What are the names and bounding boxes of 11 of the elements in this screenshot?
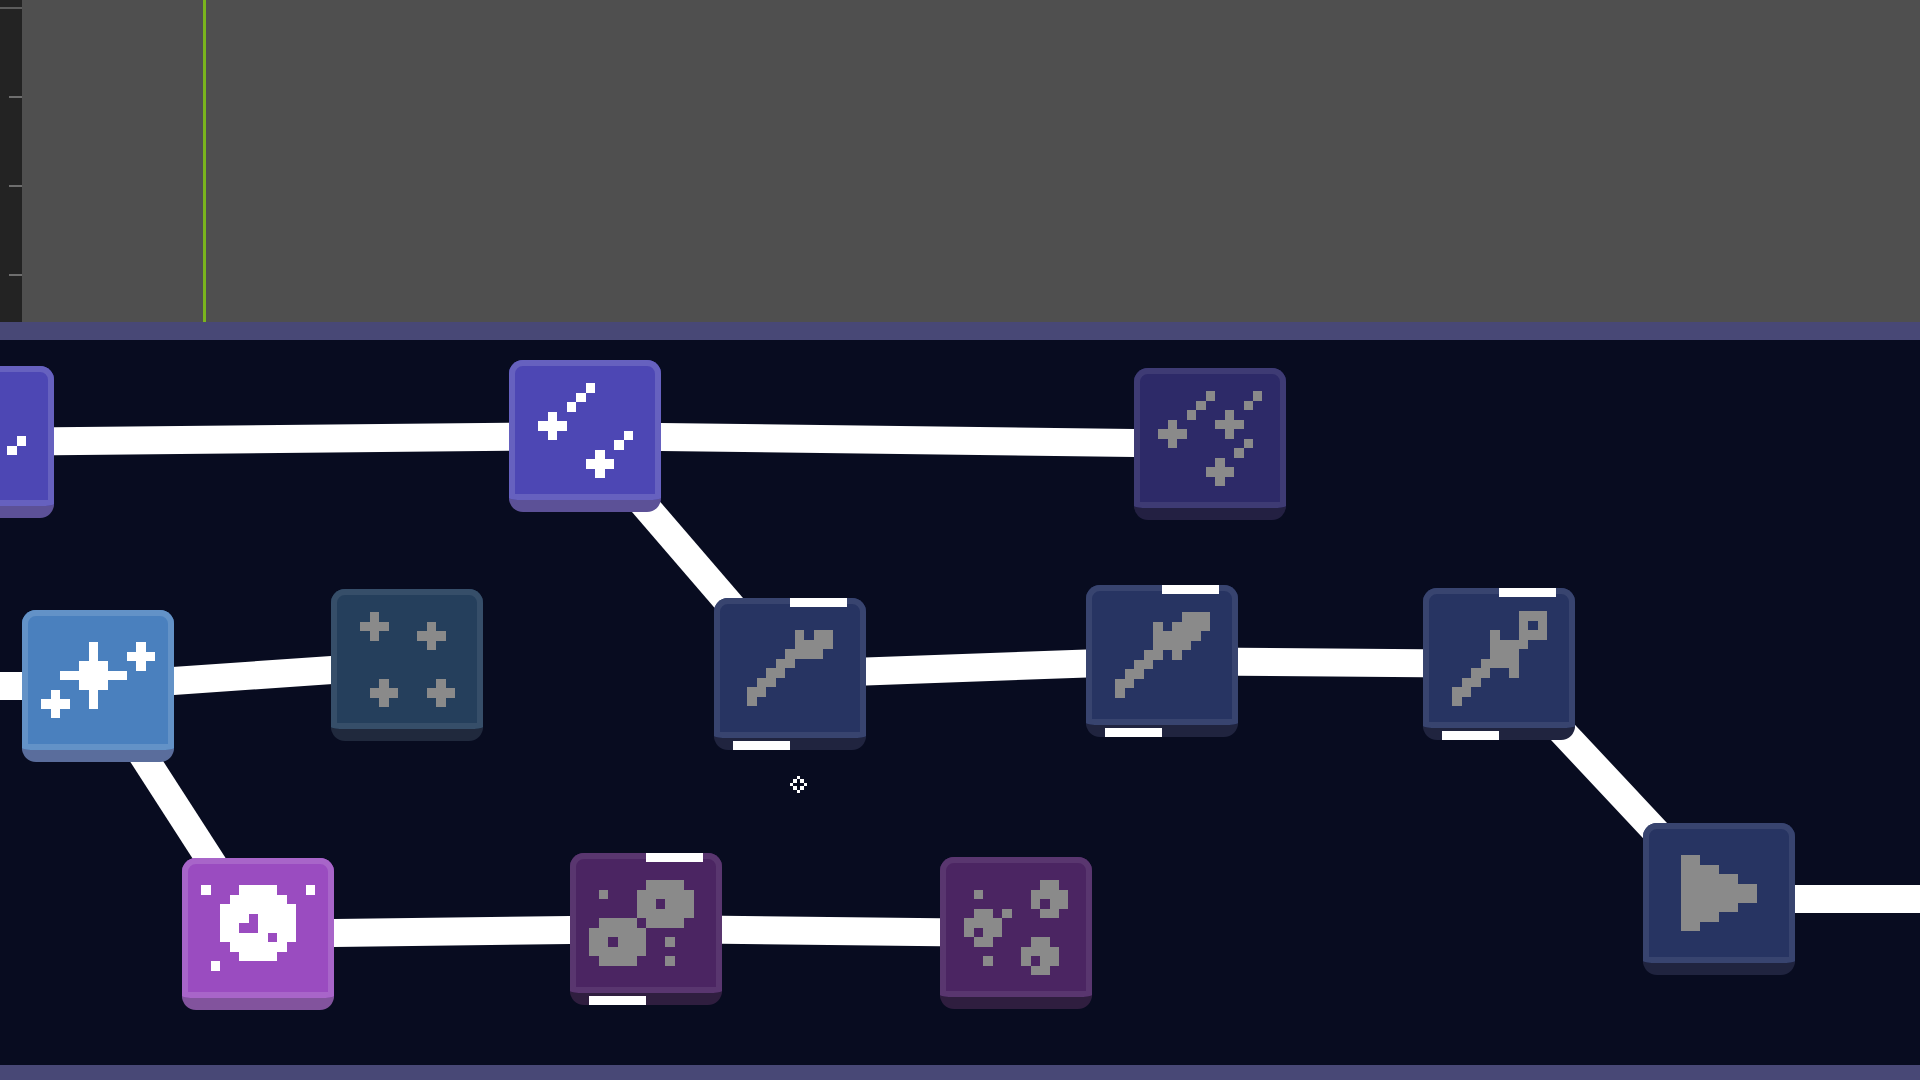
level-node[interactable] [1643,823,1795,975]
level-node[interactable] [570,853,722,1005]
level-node[interactable] [714,598,866,750]
level-node[interactable] [22,610,174,762]
level-node[interactable] [1134,368,1286,520]
level-node[interactable] [940,857,1092,1009]
level-node[interactable] [1423,588,1575,740]
level-node[interactable] [509,360,661,512]
level-node[interactable] [331,589,483,741]
level-node[interactable] [182,858,334,1010]
level-node[interactable] [1086,585,1238,737]
